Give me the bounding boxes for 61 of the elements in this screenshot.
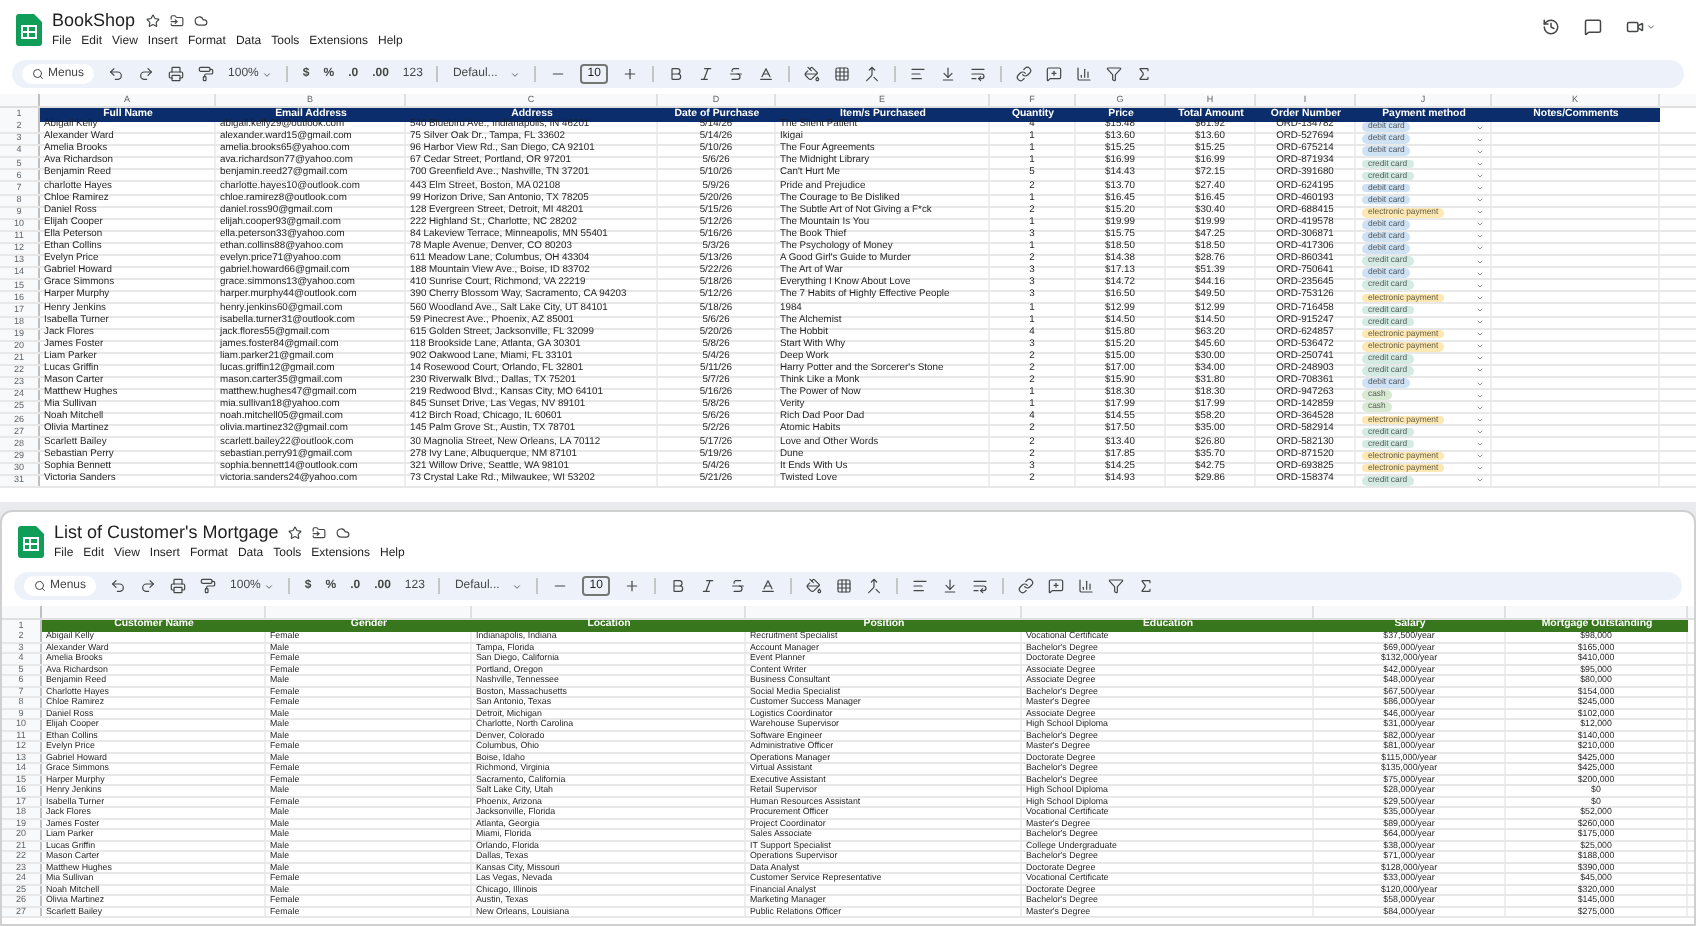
bold-icon[interactable] <box>670 578 687 594</box>
align-icon[interactable] <box>912 578 929 594</box>
caret-icon <box>262 69 273 79</box>
redo-icon[interactable] <box>138 66 155 82</box>
move-folder-icon[interactable] <box>312 526 327 540</box>
paint-roller-icon[interactable] <box>200 578 217 594</box>
caret-icon <box>511 581 522 591</box>
fill-color-icon[interactable] <box>804 66 821 82</box>
italic-icon[interactable] <box>698 66 715 82</box>
bold-icon[interactable] <box>668 66 685 82</box>
redo-icon[interactable] <box>140 578 157 594</box>
paint-roller-icon[interactable] <box>198 66 215 82</box>
align-icon[interactable] <box>910 66 927 82</box>
strikethrough-icon[interactable] <box>728 66 745 82</box>
undo-icon[interactable] <box>108 66 125 82</box>
fill-color-icon[interactable] <box>806 578 823 594</box>
caret-icon <box>509 69 520 79</box>
merge-cells-icon[interactable] <box>866 578 883 594</box>
print-icon[interactable] <box>170 578 187 594</box>
filter-icon[interactable] <box>1108 578 1125 594</box>
cloud-icon[interactable] <box>336 526 351 540</box>
undo-icon[interactable] <box>110 578 127 594</box>
star-icon[interactable] <box>288 526 303 540</box>
spreadsheet-logo-icon <box>16 14 42 46</box>
filter-icon[interactable] <box>1106 66 1123 82</box>
merge-cells-icon[interactable] <box>864 66 881 82</box>
move-folder-icon[interactable] <box>169 14 184 28</box>
functions-icon[interactable] <box>1138 578 1155 594</box>
vertical-align-icon[interactable] <box>942 578 959 594</box>
strikethrough-icon[interactable] <box>730 578 747 594</box>
borders-icon[interactable] <box>834 66 851 82</box>
document-title[interactable]: List of Customer's Mortgage <box>54 522 279 544</box>
functions-icon[interactable] <box>1136 66 1153 82</box>
increase-size-icon[interactable] <box>624 578 641 594</box>
caret-icon <box>1646 22 1656 32</box>
caret-icon <box>264 581 275 591</box>
wrap-text-icon[interactable] <box>970 66 987 82</box>
star-icon[interactable] <box>145 14 160 28</box>
italic-icon[interactable] <box>700 578 717 594</box>
borders-icon[interactable] <box>836 578 853 594</box>
chart-icon[interactable] <box>1078 578 1095 594</box>
video-camera-icon <box>1626 18 1644 36</box>
increase-size-icon[interactable] <box>622 66 639 82</box>
text-color-icon[interactable] <box>760 578 777 594</box>
link-icon[interactable] <box>1018 578 1035 594</box>
spreadsheet-logo-icon <box>18 526 44 558</box>
add-comment-icon[interactable] <box>1046 66 1063 82</box>
print-icon[interactable] <box>168 66 185 82</box>
search-icon <box>34 580 46 592</box>
cloud-icon[interactable] <box>193 14 208 28</box>
document-title[interactable]: BookShop <box>52 10 136 32</box>
wrap-text-icon[interactable] <box>972 578 989 594</box>
video-call-button[interactable] <box>1626 18 1656 36</box>
history-icon[interactable] <box>1542 18 1560 36</box>
text-color-icon[interactable] <box>758 66 775 82</box>
vertical-align-icon[interactable] <box>940 66 957 82</box>
link-icon[interactable] <box>1016 66 1033 82</box>
chart-icon[interactable] <box>1076 66 1093 82</box>
add-comment-icon[interactable] <box>1048 578 1065 594</box>
comment-icon[interactable] <box>1584 18 1602 36</box>
search-icon <box>32 68 44 80</box>
